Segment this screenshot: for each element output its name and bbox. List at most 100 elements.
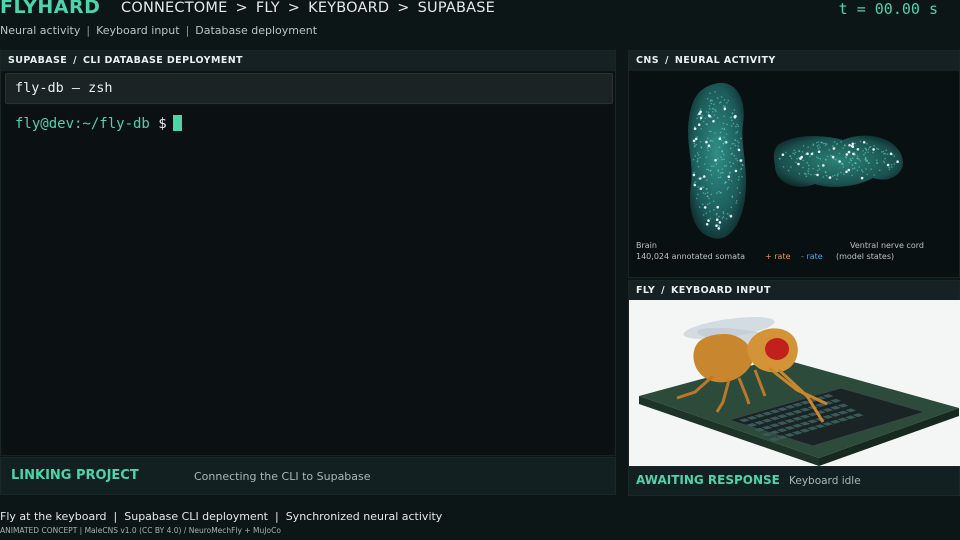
soma-point xyxy=(719,172,722,175)
soma-point xyxy=(730,116,733,118)
soma-point xyxy=(709,217,712,220)
soma-point xyxy=(705,156,708,159)
soma-point xyxy=(851,144,854,148)
soma-point xyxy=(725,133,728,135)
soma-point xyxy=(848,161,851,164)
soma-point xyxy=(719,176,722,178)
soma-point xyxy=(722,216,725,218)
soma-point xyxy=(854,154,857,156)
soma-point xyxy=(801,151,804,153)
soma-point xyxy=(713,209,715,211)
soma-point xyxy=(854,162,856,164)
soma-point xyxy=(736,187,739,189)
soma-point xyxy=(724,105,726,108)
soma-point xyxy=(872,151,874,154)
prompt-path: fly@dev:~/fly-db xyxy=(15,116,150,132)
soma-point xyxy=(802,159,805,162)
subnav-sep: | xyxy=(185,24,190,37)
soma-point xyxy=(825,171,827,174)
soma-point xyxy=(852,167,854,170)
subnav-neural-activity[interactable]: Neural activity xyxy=(0,24,80,37)
soma-point xyxy=(721,127,723,130)
fly-panel-header: FLY / KEYBOARD INPUT xyxy=(629,281,959,301)
breadcrumb-keyboard[interactable]: KEYBOARD xyxy=(308,0,389,16)
soma-point xyxy=(856,155,859,157)
soma-point xyxy=(702,214,705,216)
soma-point xyxy=(715,163,718,165)
soma-point xyxy=(710,102,713,105)
soma-point xyxy=(819,158,822,160)
soma-point xyxy=(796,157,798,160)
soma-point xyxy=(727,175,731,178)
soma-point xyxy=(740,137,742,140)
soma-point xyxy=(712,120,715,123)
soma-point xyxy=(798,156,800,159)
terminal-tab-title: fly-db — zsh xyxy=(15,80,113,96)
soma-point xyxy=(804,153,807,155)
soma-point xyxy=(806,162,808,164)
soma-point xyxy=(797,162,800,166)
soma-point xyxy=(717,169,720,171)
soma-point xyxy=(704,192,707,195)
soma-point xyxy=(856,169,859,172)
soma-point xyxy=(694,181,697,183)
soma-point xyxy=(713,103,715,106)
terminal-body[interactable]: fly@dev:~/fly-db $ xyxy=(3,105,613,455)
soma-point xyxy=(701,114,704,117)
soma-point xyxy=(824,142,826,145)
soma-point xyxy=(696,152,699,154)
soma-point xyxy=(858,166,860,168)
breadcrumb-connectome[interactable]: CONNECTOME xyxy=(121,0,227,16)
soma-point xyxy=(816,145,819,147)
soma-point xyxy=(693,183,697,187)
soma-point xyxy=(859,140,862,143)
soma-point xyxy=(826,143,828,145)
soma-point xyxy=(826,155,829,158)
soma-point xyxy=(724,140,727,143)
footer-item: Supabase CLI deployment xyxy=(124,510,268,523)
breadcrumb-supabase[interactable]: SUPABASE xyxy=(418,0,495,16)
soma-point xyxy=(736,123,738,126)
soma-point xyxy=(702,192,705,194)
soma-point xyxy=(718,190,720,193)
cns-panel-header: CNS / NEURAL ACTIVITY xyxy=(629,51,959,71)
soma-point xyxy=(718,221,722,224)
soma-point xyxy=(732,162,735,165)
terminal-tab[interactable]: fly-db — zsh xyxy=(5,73,613,104)
soma-point xyxy=(705,223,709,226)
footer-item: Fly at the keyboard xyxy=(0,510,107,523)
soma-point xyxy=(711,99,713,102)
soma-point xyxy=(730,153,733,155)
soma-point xyxy=(703,175,706,178)
soma-point xyxy=(896,160,899,163)
soma-point xyxy=(787,169,790,172)
soma-point xyxy=(818,168,821,170)
breadcrumb-sep: > xyxy=(397,0,410,16)
soma-point xyxy=(890,163,893,166)
soma-point xyxy=(817,141,820,143)
soma-point xyxy=(814,173,816,176)
soma-point xyxy=(711,165,713,168)
soma-point xyxy=(722,142,725,145)
soma-point xyxy=(866,173,868,176)
soma-point xyxy=(888,168,891,171)
subnav-database-deployment[interactable]: Database deployment xyxy=(195,24,317,37)
soma-point xyxy=(817,164,819,167)
soma-point xyxy=(836,178,838,180)
soma-point xyxy=(735,202,737,204)
subnav-keyboard-input[interactable]: Keyboard input xyxy=(96,24,180,37)
breadcrumb-fly[interactable]: FLY xyxy=(256,0,280,16)
soma-point xyxy=(736,159,739,162)
soma-point xyxy=(864,152,867,154)
soma-point xyxy=(807,170,809,172)
soma-point xyxy=(819,146,821,149)
soma-point xyxy=(885,149,887,152)
soma-point xyxy=(710,169,712,172)
soma-point xyxy=(730,125,733,127)
soma-point xyxy=(701,186,704,188)
soma-point xyxy=(709,92,711,95)
soma-point xyxy=(816,156,818,158)
soma-point xyxy=(802,166,804,169)
soma-point xyxy=(834,146,836,149)
soma-point xyxy=(694,155,697,157)
